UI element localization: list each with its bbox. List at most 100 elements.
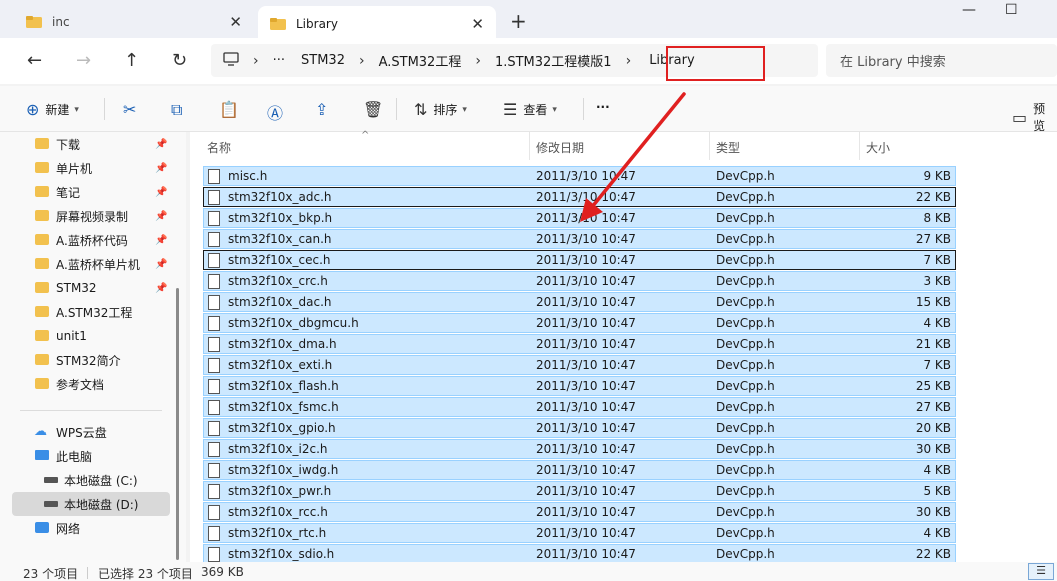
delete-button[interactable]: 🗑 (363, 100, 389, 119)
sidebar-item-mcu[interactable]: 单片机 📌 (0, 156, 176, 180)
new-button[interactable]: ⊕ 新建 ▾ (26, 100, 79, 119)
file-icon (208, 505, 220, 520)
folder-icon (35, 258, 49, 269)
breadcrumb-more[interactable]: ··· (273, 53, 285, 68)
minimize-button[interactable]: — (962, 2, 976, 18)
breadcrumb-item[interactable]: STM32 (301, 53, 345, 68)
file-row[interactable]: stm32f10x_dbgmcu.h 2011/3/10 10:47 DevCpp.… (203, 313, 956, 333)
chevron-right-icon: › (358, 52, 365, 69)
sidebar-item-label: STM32 (56, 281, 97, 295)
file-size: 25 KB (915, 379, 951, 393)
column-header-type[interactable]: 类型 (716, 139, 740, 156)
copy-button[interactable]: ⧉ (171, 100, 188, 120)
sidebar-scrollbar[interactable] (176, 288, 179, 560)
file-row[interactable]: stm32f10x_rcc.h 2011/3/10 10:47 DevCpp.h 30… (203, 502, 956, 522)
sidebar-item-stm32-intro[interactable]: STM32简介 (0, 348, 176, 372)
folder-icon (35, 186, 49, 197)
sidebar-item-reference-docs[interactable]: 参考文档 (0, 372, 176, 396)
file-type: DevCpp.h (716, 169, 775, 183)
file-row[interactable]: stm32f10x_crc.h 2011/3/10 10:47 DevCpp.h 3 … (203, 271, 956, 291)
tab-library[interactable]: Library ✕ (258, 6, 496, 42)
file-row[interactable]: stm32f10x_fsmc.h 2011/3/10 10:47 DevCpp.h 2… (203, 397, 956, 417)
file-date: 2011/3/10 10:47 (536, 337, 636, 351)
file-row[interactable]: stm32f10x_can.h 2011/3/10 10:47 DevCpp.h 27… (203, 229, 956, 249)
file-size: 22 KB (915, 547, 951, 561)
refresh-icon[interactable]: ↻ (172, 50, 187, 71)
sidebar-item-drive-d[interactable]: 本地磁盘 (D:) (12, 492, 170, 516)
sidebar-item-notes[interactable]: 笔记 📌 (0, 180, 176, 204)
sidebar-item-lanqiao-mcu[interactable]: A.蓝桥杯单片机 📌 (0, 252, 176, 276)
close-icon[interactable]: ✕ (471, 15, 484, 33)
column-header-date[interactable]: 修改日期 (536, 139, 584, 156)
file-row[interactable]: stm32f10x_sdio.h 2011/3/10 10:47 DevCpp.h 2… (203, 544, 956, 564)
up-arrow-icon[interactable]: ↑ (124, 50, 139, 71)
share-button[interactable]: ⇪ (315, 100, 334, 119)
file-icon (208, 463, 220, 478)
file-icon (208, 232, 220, 247)
details-view-icon[interactable]: ☰ (1028, 563, 1054, 580)
file-row[interactable]: stm32f10x_dac.h 2011/3/10 10:47 DevCpp.h 15… (203, 292, 956, 312)
column-divider (529, 132, 530, 160)
forward-arrow-icon[interactable]: → (76, 50, 91, 71)
file-row[interactable]: stm32f10x_bkp.h 2011/3/10 10:47 DevCpp.h 8 … (203, 208, 956, 228)
sidebar-item-wps-cloud[interactable]: ☁ WPS云盘 (0, 420, 176, 444)
more-options-button[interactable]: ··· (596, 100, 610, 114)
pin-icon: 📌 (155, 282, 168, 294)
file-type: DevCpp.h (716, 211, 775, 225)
file-icon (208, 190, 220, 205)
sidebar-item-this-pc[interactable]: 此电脑 (0, 444, 176, 468)
file-type: DevCpp.h (716, 358, 775, 372)
breadcrumb-item[interactable]: A.STM32工程 (379, 51, 462, 70)
sort-label: 排序 (433, 103, 458, 117)
file-name: stm32f10x_exti.h (228, 358, 333, 372)
cut-button[interactable]: ✂ (123, 100, 142, 119)
file-row[interactable]: stm32f10x_pwr.h 2011/3/10 10:47 DevCpp.h 5 … (203, 481, 956, 501)
paste-button[interactable]: 📋 (219, 100, 245, 119)
file-date: 2011/3/10 10:47 (536, 400, 636, 414)
file-row[interactable]: stm32f10x_dma.h 2011/3/10 10:47 DevCpp.h 21… (203, 334, 956, 354)
breadcrumb-item[interactable]: 1.STM32工程模版1 (495, 51, 612, 70)
view-button[interactable]: ☰ 查看 ▾ (503, 100, 557, 119)
sidebar-item-label: 笔记 (56, 185, 81, 200)
file-row[interactable]: stm32f10x_adc.h 2011/3/10 10:47 DevCpp.h 22… (203, 187, 956, 207)
new-tab-button[interactable]: + (510, 9, 527, 33)
sidebar-item-stm32[interactable]: STM32 📌 (0, 276, 176, 300)
status-divider (87, 567, 88, 579)
tab-inc[interactable]: inc ✕ (14, 6, 254, 38)
sort-button[interactable]: ⇅ 排序 ▾ (414, 100, 467, 119)
file-row[interactable]: stm32f10x_gpio.h 2011/3/10 10:47 DevCpp.h 2… (203, 418, 956, 438)
sidebar-item-recordings[interactable]: 屏幕视频录制 📌 (0, 204, 176, 228)
file-name: stm32f10x_cec.h (228, 253, 331, 267)
file-row[interactable]: stm32f10x_rtc.h 2011/3/10 10:47 DevCpp.h 4 … (203, 523, 956, 543)
sidebar-item-drive-c[interactable]: 本地磁盘 (C:) (0, 468, 176, 492)
search-input[interactable]: 在 Library 中搜索 (826, 44, 1057, 77)
close-icon[interactable]: ✕ (229, 13, 242, 31)
file-row[interactable]: misc.h 2011/3/10 10:47 DevCpp.h 9 KB (203, 166, 956, 186)
maximize-button[interactable]: ☐ (1005, 2, 1018, 18)
column-header-name[interactable]: 名称 (207, 139, 231, 156)
file-row[interactable]: stm32f10x_iwdg.h 2011/3/10 10:47 DevCpp.h 4… (203, 460, 956, 480)
sidebar-item-unit1[interactable]: unit1 (0, 324, 176, 348)
file-row[interactable]: stm32f10x_exti.h 2011/3/10 10:47 DevCpp.h 7… (203, 355, 956, 375)
file-name: stm32f10x_can.h (228, 232, 332, 246)
file-icon (208, 253, 220, 268)
file-row[interactable]: stm32f10x_flash.h 2011/3/10 10:47 DevCpp.h… (203, 376, 956, 396)
file-row[interactable]: stm32f10x_cec.h 2011/3/10 10:47 DevCpp.h 7 … (203, 250, 956, 270)
sidebar-item-stm32-project[interactable]: A.STM32工程 (0, 300, 176, 324)
file-date: 2011/3/10 10:47 (536, 190, 636, 204)
sidebar-item-network[interactable]: 网络 (0, 516, 176, 540)
file-date: 2011/3/10 10:47 (536, 274, 636, 288)
pin-icon: 📌 (155, 210, 168, 222)
back-arrow-icon[interactable]: ← (27, 50, 42, 71)
file-date: 2011/3/10 10:47 (536, 463, 636, 477)
file-row[interactable]: stm32f10x_i2c.h 2011/3/10 10:47 DevCpp.h 30… (203, 439, 956, 459)
preview-button[interactable]: ▭ 预览 (1012, 100, 1057, 134)
rename-button[interactable]: Ⓐ (267, 100, 289, 124)
sidebar-item-lanqiao-code[interactable]: A.蓝桥杯代码 📌 (0, 228, 176, 252)
file-type: DevCpp.h (716, 547, 775, 561)
file-type: DevCpp.h (716, 400, 775, 414)
file-date: 2011/3/10 10:47 (536, 169, 636, 183)
column-header-size[interactable]: 大小 (866, 139, 890, 156)
sidebar-item-downloads[interactable]: 下载 📌 (0, 132, 176, 156)
sidebar-item-label: 本地磁盘 (D:) (64, 497, 139, 512)
